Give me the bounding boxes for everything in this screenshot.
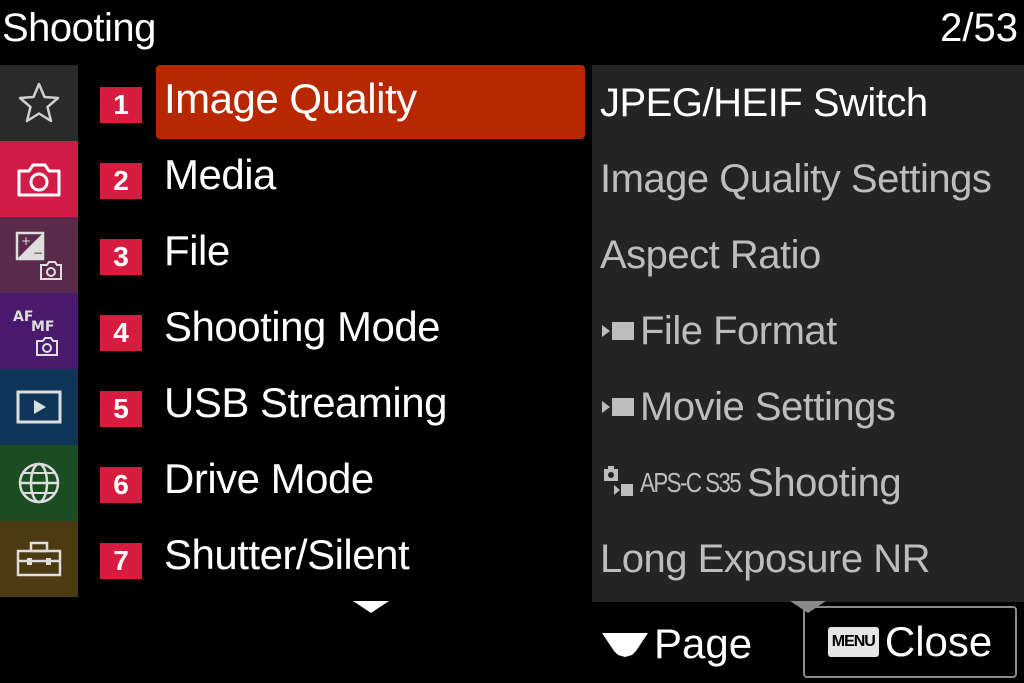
submenu-item-label: Long Exposure NR — [600, 536, 930, 581]
movie-icon — [600, 319, 636, 343]
header-bar: Shooting 2/53 — [0, 0, 1024, 64]
aps-c-s35-label: APS-C S35 — [640, 467, 742, 498]
sidebar-item-focus[interactable]: AF MF — [0, 293, 78, 369]
toolbox-icon — [16, 541, 62, 577]
menu-item-file[interactable]: 3 File — [78, 217, 592, 293]
submenu-item-aspect-ratio[interactable]: Aspect Ratio — [600, 217, 821, 293]
af-mf-icon: AF MF — [13, 309, 58, 356]
svg-text:−: − — [33, 246, 43, 260]
close-label: Close — [884, 618, 993, 665]
menu-scroll-down-arrow[interactable] — [353, 601, 389, 613]
menu-item-label: USB Streaming — [164, 379, 447, 426]
menu-item-number: 4 — [100, 315, 142, 351]
menu-item-shooting-mode[interactable]: 4 Shooting Mode — [78, 293, 592, 369]
submenu-item-label: Image Quality Settings — [600, 156, 992, 201]
exposure-camera-icon: + − — [15, 231, 62, 280]
menu-item-number: 5 — [100, 391, 142, 427]
menu-item-number: 1 — [100, 87, 142, 123]
sidebar-item-favorites[interactable] — [0, 65, 78, 141]
sidebar-item-playback[interactable] — [0, 369, 78, 445]
submenu-item-label: File Format — [640, 308, 837, 353]
camera-icon — [17, 163, 61, 197]
submenu-item-label: Shooting — [747, 460, 902, 505]
menu-item-image-quality[interactable]: 1 Image Quality — [78, 65, 592, 141]
svg-text:MF: MF — [31, 319, 55, 335]
control-wheel-icon — [602, 633, 648, 657]
page-control[interactable]: Page — [600, 612, 752, 676]
menu-item-drive-mode[interactable]: 6 Drive Mode — [78, 445, 592, 521]
submenu-item-image-quality-settings[interactable]: Image Quality Settings — [600, 141, 992, 217]
menu-item-number: 2 — [100, 163, 142, 199]
menu-item-label: Shutter/Silent — [164, 531, 410, 578]
svg-text:+: + — [21, 234, 31, 248]
sidebar-item-setup[interactable] — [0, 521, 78, 597]
menu-item-number: 3 — [100, 239, 142, 275]
page-title: Shooting — [2, 6, 156, 50]
playback-icon — [16, 390, 62, 424]
menu-button-icon: MENU — [827, 627, 879, 657]
submenu-item-label: Aspect Ratio — [600, 232, 821, 277]
category-sidebar: + − AF MF — [0, 65, 78, 602]
menu-list: 1 Image Quality 2 Media 3 File 4 Shootin… — [78, 65, 592, 602]
menu-item-number: 6 — [100, 467, 142, 503]
photo-movie-icon — [600, 465, 636, 501]
menu-item-label: Shooting Mode — [164, 303, 441, 350]
menu-item-label: Media — [164, 151, 276, 198]
submenu-item-long-exposure-nr[interactable]: Long Exposure NR — [600, 521, 930, 597]
page-indicator: 2/53 — [940, 6, 1018, 50]
menu-item-usb-streaming[interactable]: 5 USB Streaming — [78, 369, 592, 445]
submenu-panel: JPEG/HEIF Switch Image Quality Settings … — [592, 65, 1024, 602]
menu-item-label: File — [164, 227, 230, 274]
submenu-item-label: Movie Settings — [640, 384, 896, 429]
menu-item-number: 7 — [100, 543, 142, 579]
close-button[interactable]: MENU Close — [803, 606, 1017, 678]
sidebar-item-exposure[interactable]: + − — [0, 217, 78, 293]
sidebar-item-shooting[interactable] — [0, 141, 78, 217]
menu-item-media[interactable]: 2 Media — [78, 141, 592, 217]
star-icon — [18, 82, 60, 123]
submenu-item-aps-c-shooting[interactable]: APS-C S35 Shooting — [600, 445, 902, 521]
submenu-item-jpeg-heif-switch[interactable]: JPEG/HEIF Switch — [600, 65, 928, 141]
globe-icon — [18, 462, 60, 504]
menu-item-label: Image Quality — [164, 75, 417, 122]
submenu-item-file-format[interactable]: File Format — [600, 293, 837, 369]
menu-item-label: Drive Mode — [164, 455, 374, 502]
submenu-item-label: JPEG/HEIF Switch — [600, 80, 928, 125]
submenu-item-movie-settings[interactable]: Movie Settings — [600, 369, 896, 445]
page-label: Page — [654, 620, 753, 667]
menu-item-shutter-silent[interactable]: 7 Shutter/Silent — [78, 521, 592, 597]
sidebar-item-network[interactable] — [0, 445, 78, 521]
movie-icon — [600, 395, 636, 419]
